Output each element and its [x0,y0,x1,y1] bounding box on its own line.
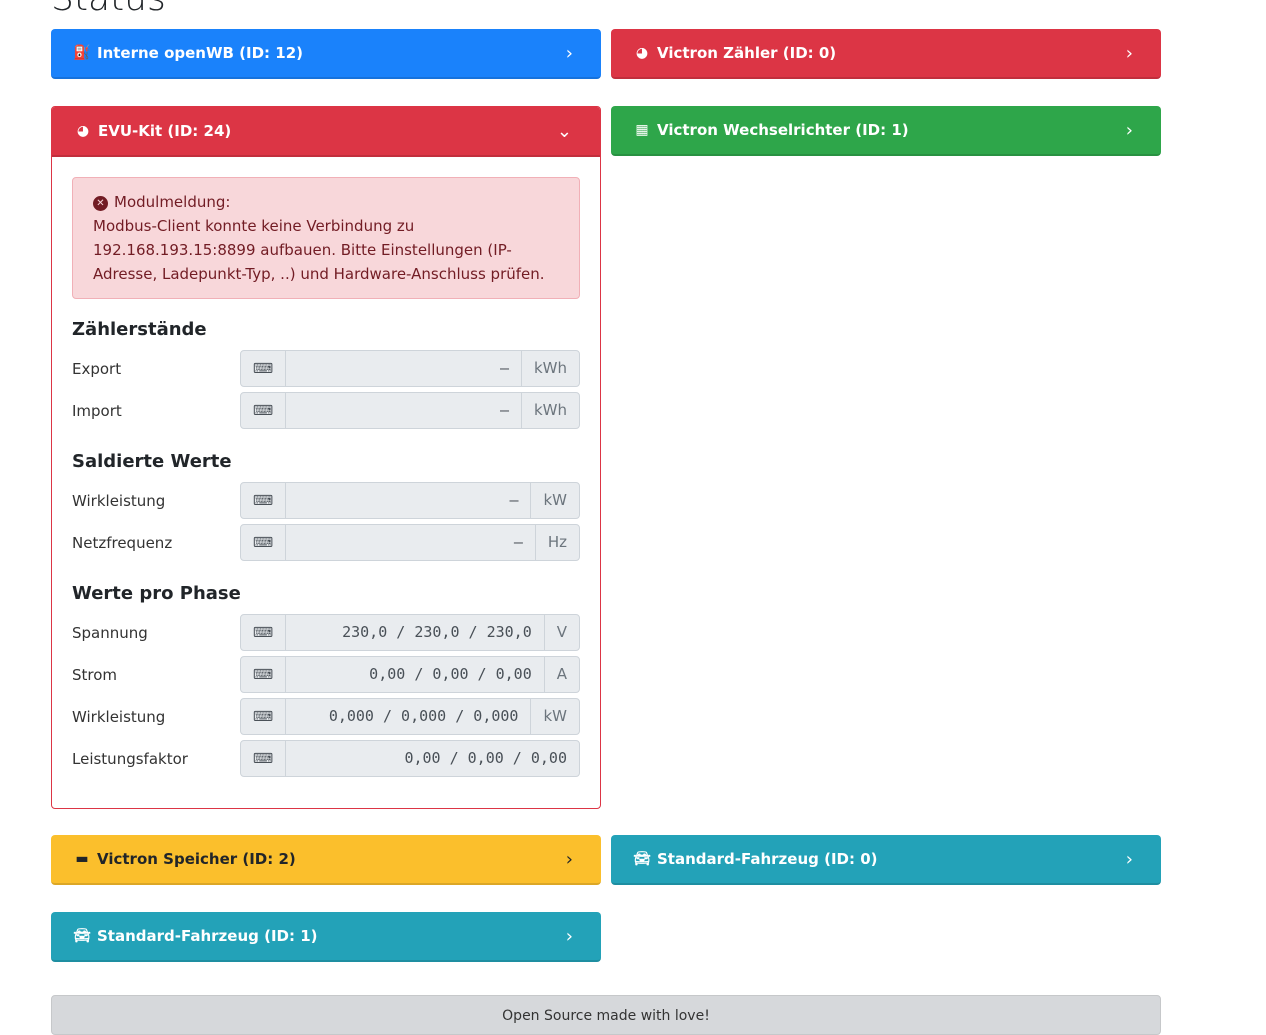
card-title: Victron Wechselrichter (ID: 1) [657,121,909,139]
car-icon: 🚘︎ [73,928,91,944]
charging-station-icon: ⛽ [73,45,91,61]
value-field: ⌨ 0,000 / 0,000 / 0,000 kW [240,698,580,735]
row-label: Wirkleistung [72,491,166,510]
card-header[interactable]: 🚘︎ Standard-Fahrzeug (ID: 0) › [611,835,1161,885]
card-interne-openwb: ⛽ Interne openWB (ID: 12) › [51,29,601,79]
solar-panel-icon: ▦ [635,122,649,138]
unit-label: Hz [534,525,579,560]
card-title: EVU-Kit (ID: 24) [98,122,232,140]
value-field: ⌨ – Hz [240,524,580,561]
keyboard-icon: ⌨ [241,393,286,428]
card-header[interactable]: ▦ Victron Wechselrichter (ID: 1) › [611,106,1161,156]
keyboard-icon: ⌨ [241,615,286,650]
value-row: Wirkleistung ⌨ – kW [72,482,580,519]
value-row: Wirkleistung ⌨ 0,000 / 0,000 / 0,000 kW [72,698,580,735]
card-victron-zaehler: ◕ Victron Zähler (ID: 0) › [611,29,1161,79]
car-icon: 🚘︎ [633,851,651,867]
value-text: – [513,533,523,551]
card-victron-wechselrichter: ▦ Victron Wechselrichter (ID: 1) › [611,106,1161,156]
row-label: Export [72,359,122,378]
value-row: Import ⌨ – kWh [72,392,580,429]
chevron-right-icon: › [1125,42,1133,64]
footer-text: Open Source made with love! [502,1008,710,1024]
page-title: Status [51,0,166,19]
chevron-right-icon: › [1125,848,1133,870]
value-field: ⌨ – kW [240,482,580,519]
section-title: Werte pro Phase [72,583,241,604]
unit-label: A [543,657,579,692]
card-standard-fahrzeug-0: 🚘︎ Standard-Fahrzeug (ID: 0) › [611,835,1161,885]
value-text: – [509,491,519,509]
row-label: Strom [72,665,118,684]
card-title: Standard-Fahrzeug (ID: 1) [97,927,318,945]
chevron-right-icon: › [1125,119,1133,141]
unit-label: kW [530,483,579,518]
card-header[interactable]: ⛽ Interne openWB (ID: 12) › [51,29,601,79]
value-field: ⌨ 230,0 / 230,0 / 230,0 V [240,614,580,651]
alert-title: Modulmeldung: [114,193,231,211]
tachometer-icon: ◕ [76,123,90,139]
value-text: 230,0 / 230,0 / 230,0 [342,623,532,641]
row-label: Spannung [72,623,148,642]
alert-text: Modbus-Client konnte keine Verbindung zu… [93,217,545,283]
value-text: 0,00 / 0,00 / 0,00 [404,749,567,767]
keyboard-icon: ⌨ [241,351,286,386]
value-row: Leistungsfaktor ⌨ 0,00 / 0,00 / 0,00 [72,740,580,777]
card-standard-fahrzeug-1: 🚘︎ Standard-Fahrzeug (ID: 1) › [51,912,601,962]
error-icon: ✕ [93,196,108,211]
card-title: Standard-Fahrzeug (ID: 0) [657,850,878,868]
value-field: ⌨ – kWh [240,392,580,429]
unit-label: kWh [520,351,579,386]
row-label: Import [72,401,122,420]
card-evu-kit: ◕ EVU-Kit (ID: 24) ⌄ ✕ Modulmeldung: Modbus… [51,106,601,809]
card-header[interactable]: 🚘︎ Standard-Fahrzeug (ID: 1) › [51,912,601,962]
section-title: Zählerstände [72,319,207,340]
card-header[interactable]: ▬ Victron Speicher (ID: 2) › [51,835,601,885]
unit-label: V [543,615,579,650]
car-battery-icon: ▬ [75,851,89,867]
value-text: 0,000 / 0,000 / 0,000 [328,707,519,725]
chevron-right-icon: › [565,848,573,870]
card-header[interactable]: ◕ EVU-Kit (ID: 24) ⌄ [52,107,600,157]
keyboard-icon: ⌨ [241,525,286,560]
card-header[interactable]: ◕ Victron Zähler (ID: 0) › [611,29,1161,79]
module-alert: ✕ Modulmeldung: Modbus-Client konnte kein… [72,177,580,299]
row-label: Leistungsfaktor [72,749,188,768]
card-victron-speicher: ▬ Victron Speicher (ID: 2) › [51,835,601,885]
unit-label: kW [530,699,579,734]
card-title: Interne openWB (ID: 12) [97,44,304,62]
keyboard-icon: ⌨ [241,741,286,776]
value-field: ⌨ – kWh [240,350,580,387]
value-text: 0,00 / 0,00 / 0,00 [369,665,532,683]
value-field: ⌨ 0,00 / 0,00 / 0,00 A [240,656,580,693]
section-title: Saldierte Werte [72,451,232,472]
value-row: Export ⌨ – kWh [72,350,580,387]
keyboard-icon: ⌨ [241,483,286,518]
value-row: Spannung ⌨ 230,0 / 230,0 / 230,0 V [72,614,580,651]
card-title: Victron Speicher (ID: 2) [97,850,296,868]
unit-label: kWh [520,393,579,428]
value-row: Strom ⌨ 0,00 / 0,00 / 0,00 A [72,656,580,693]
chevron-right-icon: › [565,42,573,64]
value-field: ⌨ 0,00 / 0,00 / 0,00 [240,740,580,777]
chevron-right-icon: › [565,925,573,947]
keyboard-icon: ⌨ [241,657,286,692]
footer: Open Source made with love! [51,995,1161,1035]
keyboard-icon: ⌨ [241,699,286,734]
chevron-down-icon: ⌄ [556,120,572,142]
row-label: Wirkleistung [72,707,166,726]
value-text: – [499,359,509,377]
tachometer-icon: ◕ [635,45,649,61]
row-label: Netzfrequenz [72,533,173,552]
value-row: Netzfrequenz ⌨ – Hz [72,524,580,561]
value-text: – [499,401,509,419]
card-title: Victron Zähler (ID: 0) [657,44,837,62]
